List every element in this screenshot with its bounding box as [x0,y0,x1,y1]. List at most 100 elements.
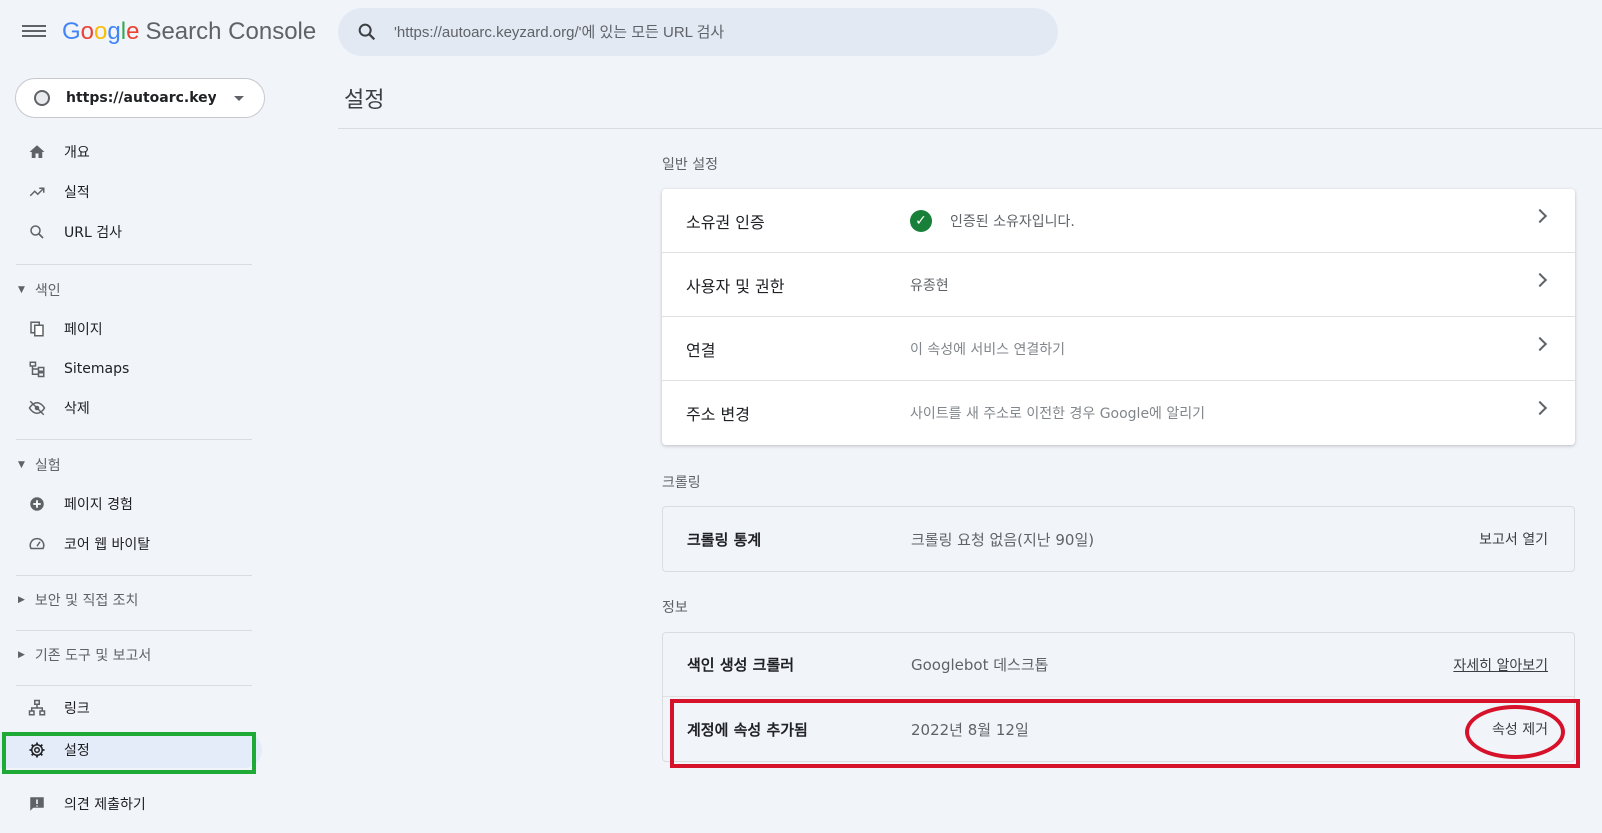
check-circle-icon: ✓ [910,209,932,232]
settings-row-users[interactable]: 사용자 및 권한 유종현 [662,253,1575,317]
caret-down-icon [234,95,244,101]
row-value: Googlebot 데스크톱 [911,656,1049,674]
sidebar-item-label: Sitemaps [64,361,130,377]
row-label: 연결 [686,340,716,360]
open-report-button[interactable]: 보고서 열기 [1479,529,1548,549]
logo-letter: G [62,18,81,45]
property-selector[interactable]: https://autoarc.keyz... [15,78,265,118]
section-label: 색인 [34,283,61,299]
sidebar-section-experiment[interactable]: ▼ 실험 [18,451,61,479]
sidebar-item-performance[interactable]: 실적 [0,174,262,210]
sidebar-divider [16,685,252,686]
sitemap-icon [29,361,45,378]
eye-off-icon [28,400,46,416]
chevron-right-icon [1532,336,1548,352]
row-value: ✓ 인증된 소유자입니다. [910,209,1075,232]
gear-icon [29,742,45,758]
sidebar-item-page-experience[interactable]: 페이지 경험 [0,486,262,522]
sidebar-item-label: 페이지 [64,322,103,338]
chevron-right-icon [1532,208,1548,224]
sidebar-item-label: 의견 제출하기 [64,797,146,813]
sidebar-item-label: 페이지 경험 [64,497,133,513]
home-icon [29,145,45,158]
crawling-card: 크롤링 통계 크롤링 요청 없음(지난 90일) 보고서 열기 [662,506,1575,572]
settings-row-change-address[interactable]: 주소 변경 사이트를 새 주소로 이전한 경우 Google에 알리기 [662,381,1575,445]
sidebar-item-pages[interactable]: 페이지 [0,311,262,347]
logo-letter: o [94,18,108,45]
row-value: 유종현 [910,277,949,294]
menu-icon-bar [22,30,46,32]
chevron-right-icon [1532,400,1548,416]
chevron-down-icon: ▼ [18,285,25,295]
sidebar-item-feedback[interactable]: 의견 제출하기 [0,786,262,822]
trending-up-icon [29,187,45,197]
property-url: https://autoarc.keyz... [66,90,216,106]
sidebar-item-label: 개요 [64,145,90,161]
sidebar-item-core-web-vitals[interactable]: 코어 웹 바이탈 [0,526,262,562]
sidebar-divider [16,439,252,440]
settings-row-property-added: 계정에 속성 추가됨 2022년 8월 12일 속성 제거 [663,697,1574,761]
general-settings-card: 소유권 인증 ✓ 인증된 소유자입니다. 사용자 및 권한 유종현 연결 이 속… [662,189,1575,445]
about-title: 정보 [662,600,688,616]
settings-row-crawl-stats: 크롤링 통계 크롤링 요청 없음(지난 90일) 보고서 열기 [663,507,1574,571]
product-name: Search Console [145,18,317,45]
header-divider [338,128,1602,129]
page-title: 설정 [344,88,385,113]
section-label: 기존 도구 및 보고서 [34,648,152,664]
crawling-title: 크롤링 [662,475,701,491]
sidebar-item-sitemaps[interactable]: Sitemaps [0,351,262,387]
plus-circle-icon [30,497,44,511]
sidebar-divider [16,630,252,631]
settings-row-indexing-crawler: 색인 생성 크롤러 Googlebot 데스크톱 자세히 알아보기 [663,633,1574,697]
settings-row-ownership[interactable]: 소유권 인증 ✓ 인증된 소유자입니다. [662,189,1575,253]
row-label: 계정에 속성 추가됨 [687,720,808,739]
search-input[interactable] [394,23,1014,41]
row-value: 이 속성에 서비스 연결하기 [910,341,1066,358]
search-console-logo[interactable]: Google Search Console [62,18,316,46]
main-menu-button[interactable] [22,22,46,42]
sidebar-section-security[interactable]: ▶ 보안 및 직접 조치 [18,586,138,614]
learn-more-link[interactable]: 자세히 알아보기 [1453,655,1548,675]
sidebar-item-label: 코어 웹 바이탈 [64,537,151,553]
chevron-right-icon: ▶ [18,595,25,605]
speed-icon [29,537,45,550]
links-icon [28,699,46,716]
row-value: 사이트를 새 주소로 이전한 경우 Google에 알리기 [910,406,1206,422]
row-label: 크롤링 통계 [687,530,762,549]
sidebar-section-index[interactable]: ▼ 색인 [18,276,61,304]
globe-icon [34,90,50,106]
search-icon [358,23,376,41]
section-label: 실험 [34,458,61,474]
sidebar-item-links[interactable]: 링크 [0,690,262,726]
chevron-right-icon: ▶ [18,650,25,660]
row-label: 색인 생성 크롤러 [687,656,795,674]
menu-icon-bar [22,25,46,27]
row-label: 주소 변경 [686,405,750,424]
sidebar-divider [16,575,252,576]
sidebar-item-label: 실적 [64,185,90,201]
sidebar-item-label: 링크 [64,701,90,717]
url-inspection-search[interactable] [338,8,1058,56]
search-icon [30,225,44,239]
logo-letter: e [126,18,140,45]
sidebar-item-url-inspection[interactable]: URL 검사 [0,214,262,250]
row-value: 크롤링 요청 없음(지난 90일) [911,530,1095,549]
general-settings-title: 일반 설정 [662,157,718,173]
settings-row-associations[interactable]: 연결 이 속성에 서비스 연결하기 [662,317,1575,381]
feedback-icon [30,797,44,811]
sidebar-item-settings[interactable]: 설정 [0,732,262,768]
sidebar-item-label: 설정 [64,743,90,759]
section-label: 보안 및 직접 조치 [34,593,139,609]
sidebar-divider [16,264,252,265]
chevron-right-icon [1532,272,1548,288]
sidebar-item-label: URL 검사 [64,225,122,241]
sidebar-item-overview[interactable]: 개요 [0,134,262,170]
row-label: 사용자 및 권한 [686,276,785,296]
remove-property-button[interactable]: 속성 제거 [1492,719,1548,739]
sidebar-item-label: 삭제 [64,401,90,417]
sidebar-section-legacy[interactable]: ▶ 기존 도구 및 보고서 [18,641,151,669]
row-label: 소유권 인증 [686,212,765,232]
row-value: 2022년 8월 12일 [911,720,1029,739]
ownership-status: 인증된 소유자입니다. [950,213,1075,230]
sidebar-item-removals[interactable]: 삭제 [0,390,262,426]
